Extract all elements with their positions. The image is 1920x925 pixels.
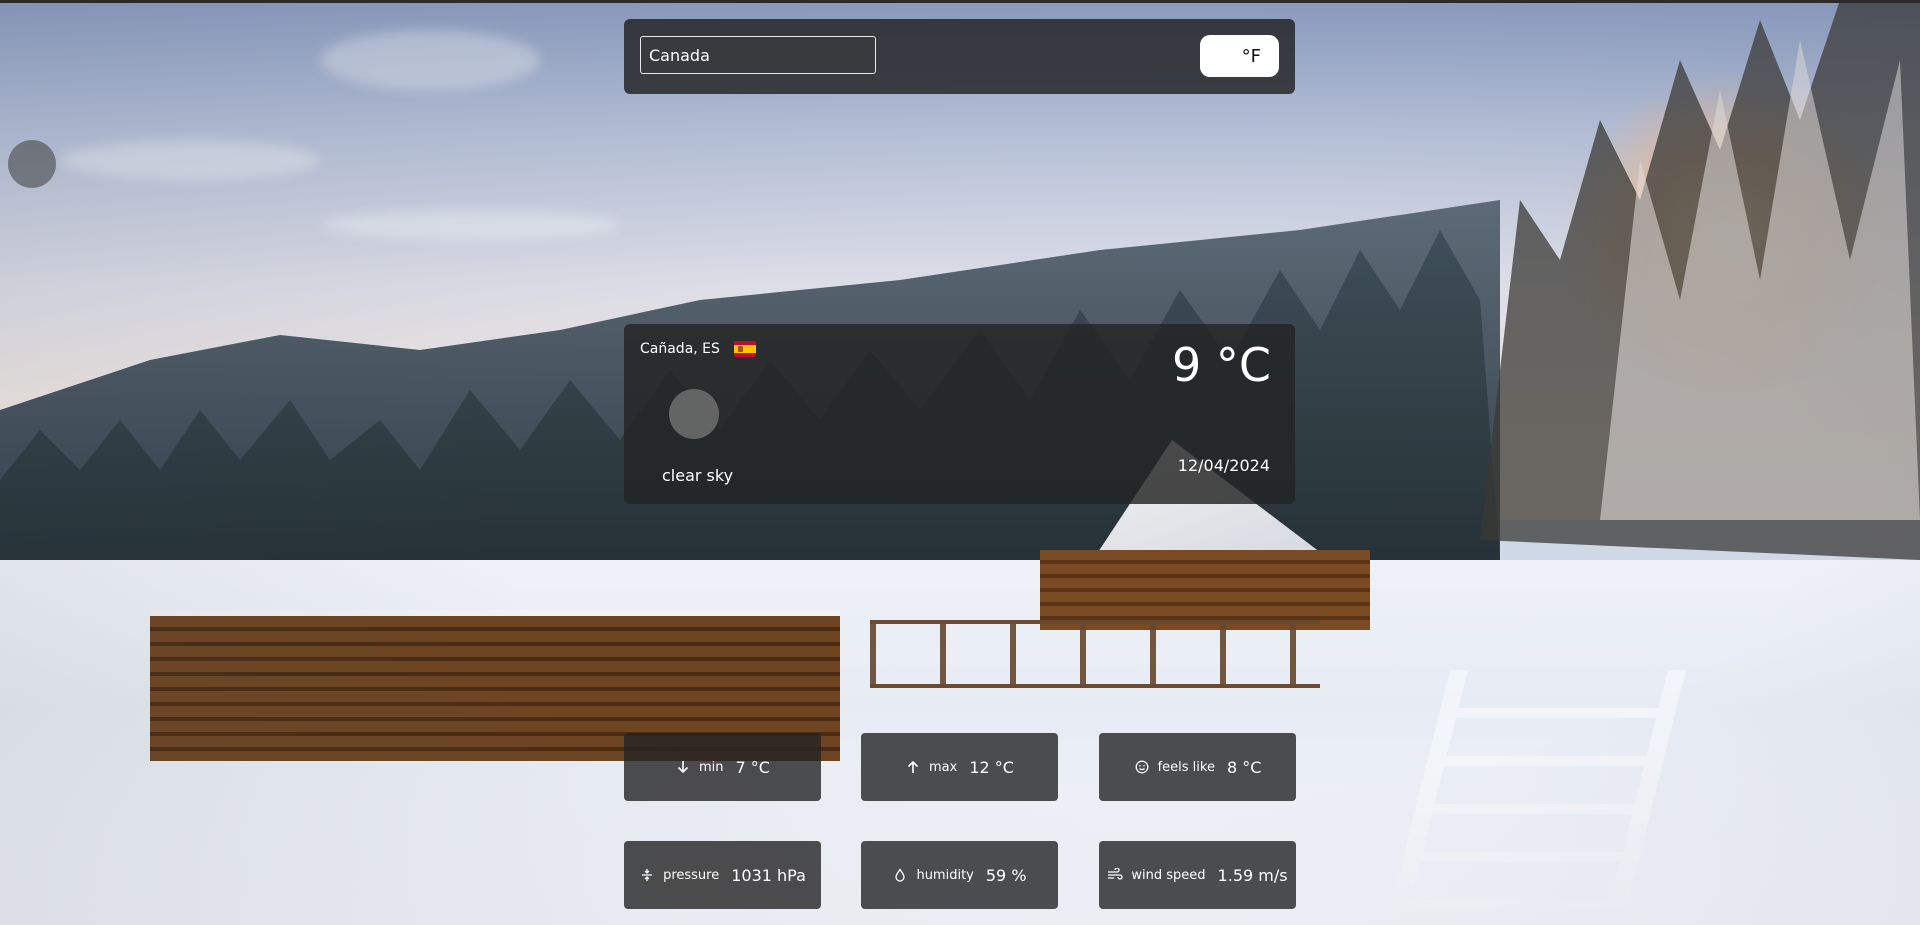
weather-date: 12/04/2024 xyxy=(1177,456,1270,475)
stat-max: max 12 °C xyxy=(861,733,1058,801)
arrow-down-icon xyxy=(675,759,691,775)
window-top-border xyxy=(0,0,1920,3)
stat-value: 7 °C xyxy=(735,757,770,777)
weather-description: clear sky xyxy=(662,466,734,485)
stat-label: wind speed xyxy=(1131,867,1206,883)
unit-toggle-button[interactable]: °F xyxy=(1200,35,1279,77)
stat-min: min 7 °C xyxy=(624,733,821,801)
stat-value: 12 °C xyxy=(969,757,1014,777)
stat-label: pressure xyxy=(663,867,720,883)
search-panel: °F xyxy=(624,19,1295,94)
location: Cañada, ES xyxy=(640,341,756,357)
stat-wind-speed: wind speed 1.59 m/s xyxy=(1099,841,1296,909)
location-name: Cañada, ES xyxy=(640,341,720,357)
stat-label: humidity xyxy=(916,867,974,883)
stat-pressure: pressure 1031 hPa xyxy=(624,841,821,909)
wind-icon xyxy=(1107,867,1124,883)
stat-value: 8 °C xyxy=(1226,757,1262,777)
stat-humidity: humidity 59 % xyxy=(861,841,1058,909)
current-weather-card: Cañada, ES 9 °C clear sky 12/04/2024 xyxy=(624,324,1295,504)
stat-label: min xyxy=(699,759,724,775)
pressure-icon xyxy=(639,867,655,883)
weather-condition-icon xyxy=(669,389,719,439)
current-temperature: 9 °C xyxy=(1171,338,1271,392)
stat-value: 1.59 m/s xyxy=(1217,865,1288,885)
stat-label: feels like xyxy=(1157,759,1215,775)
side-circle-button[interactable] xyxy=(8,140,56,188)
stat-value: 59 % xyxy=(985,865,1027,885)
smile-icon xyxy=(1134,759,1150,775)
stat-value: 1031 hPa xyxy=(731,865,806,885)
spain-flag-icon xyxy=(733,341,756,357)
stat-label: max xyxy=(929,759,958,775)
city-search-input[interactable] xyxy=(640,36,876,74)
droplet-icon xyxy=(892,867,908,883)
stat-feels-like: feels like 8 °C xyxy=(1099,733,1296,801)
arrow-up-icon xyxy=(905,759,921,775)
